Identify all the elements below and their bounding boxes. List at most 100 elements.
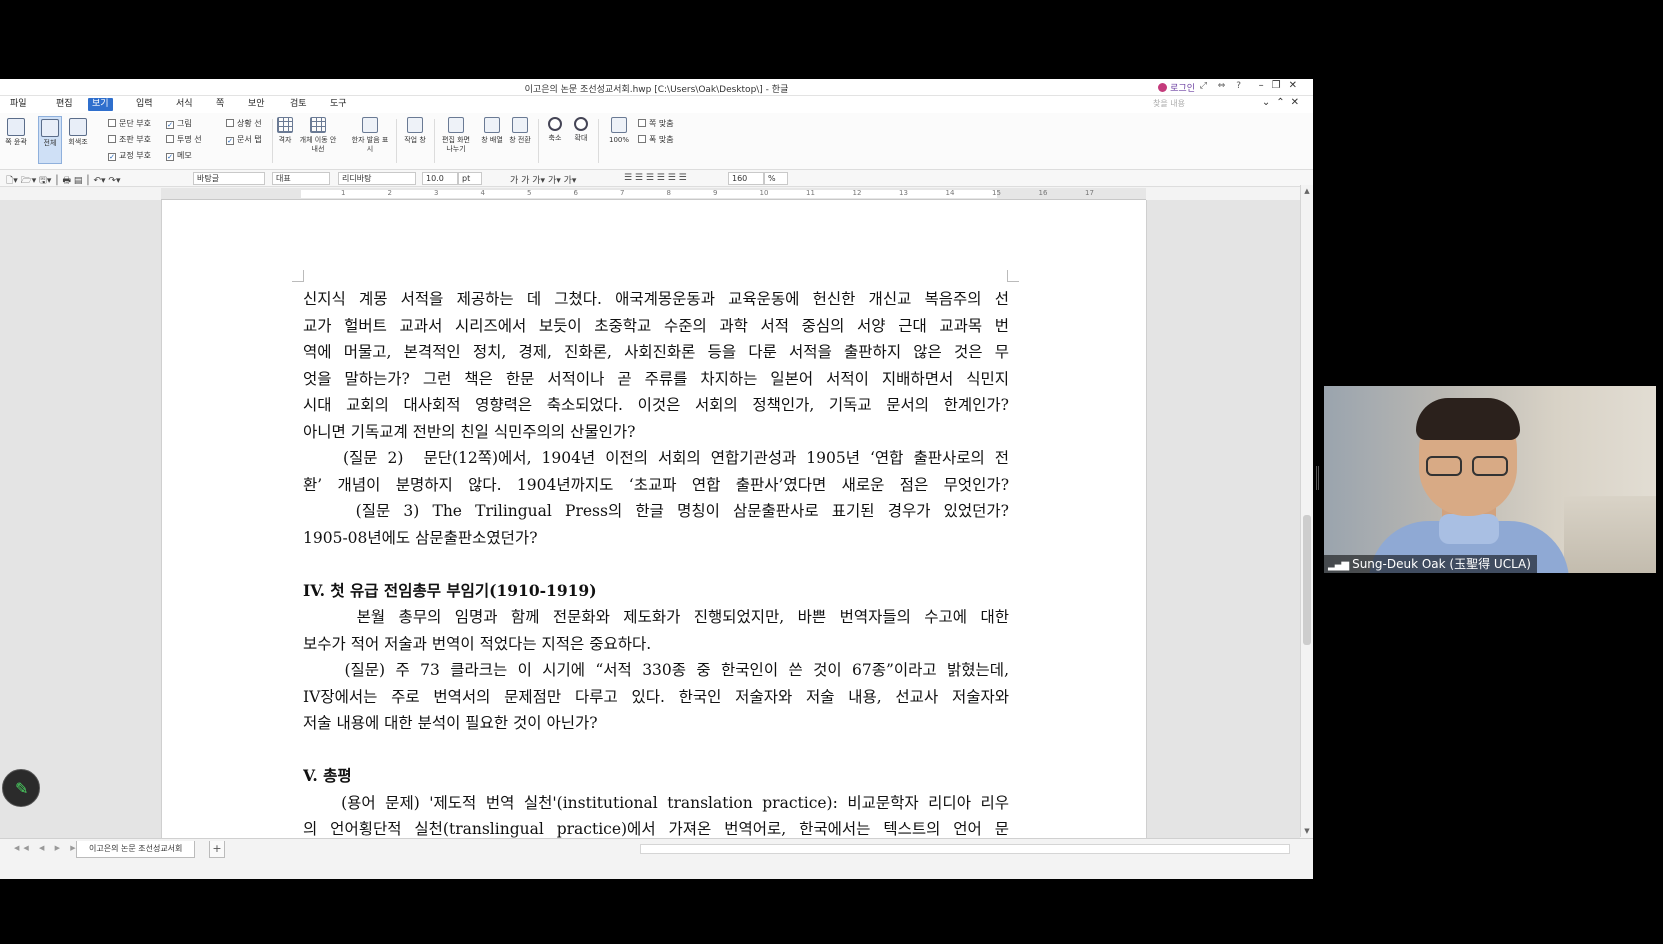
menu-review[interactable]: 검토 (286, 98, 311, 111)
language-select[interactable]: 대표 (272, 172, 330, 185)
annotate-button[interactable]: ✎ (2, 769, 40, 807)
menu-file[interactable]: 파일 (6, 98, 31, 111)
page-outline-button[interactable]: 쪽 윤곽 (4, 116, 28, 164)
login-button[interactable]: 로그인 (1158, 81, 1195, 94)
paragraph-line[interactable]: 신지식 계몽 서적을 제공하는 데 그쳤다. 애국계몽운동과 교육운동에 헌신한… (303, 286, 1009, 313)
checkbox-option[interactable]: ✓ 그림 (166, 118, 192, 129)
paragraph-line[interactable]: (용어 문제) '제도적 번역 실천'(institutional transl… (303, 790, 1009, 817)
paragraph-line[interactable]: 저술 내용에 대한 분석이 필요한 것이 아닌가? (303, 710, 1009, 737)
checkbox-option[interactable]: 조판 부호 (108, 134, 151, 145)
zoom-100-button[interactable]: 100% (604, 117, 634, 145)
document-tab[interactable]: 이고은의 논문 조선성교서회 (76, 841, 196, 858)
paragraph-line[interactable]: IV장에서는 주로 번역서의 문제점만 다루고 있다. 한국인 저술자와 저술 … (303, 684, 1009, 711)
ruler-tick-label: 4 (480, 189, 485, 197)
scroll-down-icon[interactable]: ▼ (1303, 827, 1311, 835)
scroll-up-icon[interactable]: ▲ (1303, 187, 1311, 195)
paragraph-line[interactable] (303, 551, 1009, 578)
object-guide-button[interactable]: 개체 이동 안내선 (298, 117, 338, 154)
paragraph-line[interactable]: 환’ 개념이 분명하지 않다. 1904년까지도 ‘초교파 연합 출판사’였다면… (303, 472, 1009, 499)
zoom-unit-select[interactable]: % (764, 172, 788, 185)
checkbox-option[interactable]: 투명 선 (166, 134, 202, 145)
file-tools-icons[interactable]: 🗋▾ 🗁▾ 🖫▾ │ 🖶 ▤ │ ↶▾ ↷▾ (6, 173, 120, 189)
unchecked-icon[interactable] (108, 119, 116, 127)
checkbox-label: 투명 선 (177, 135, 202, 144)
paragraph-line[interactable]: 시대 교회의 대사회적 영향력은 축소되었다. 이것은 서회의 정책인가, 기독… (303, 392, 1009, 419)
ruler-tick-label: 2 (387, 189, 392, 197)
paragraph-line[interactable]: (질문) 주 73 클라크는 이 시기에 “서적 330종 중 한국인이 쓴 것… (303, 657, 1009, 684)
vertical-scrollbar[interactable]: ▲ ▼ (1300, 185, 1313, 837)
paragraph-line[interactable]: 본월 총무의 임명과 함께 전문화와 제도화가 진행되었지만, 바쁜 번역자들의… (303, 604, 1009, 631)
full-view-button[interactable]: 전체 (38, 116, 62, 164)
hwp-window: 이고은의 논문 조선성교서회.hwp [C:\Users\Oak\Desktop… (0, 79, 1313, 879)
menu-page[interactable]: 쪽 (212, 98, 228, 111)
zoom-input[interactable]: 160 (728, 172, 764, 185)
paragraph-line[interactable]: (질문 3) The Trilingual Press의 한글 명칭이 삼문출판… (303, 498, 1009, 525)
checkbox-option[interactable]: ✓ 메모 (166, 150, 192, 161)
add-tab-button[interactable]: + (209, 841, 225, 858)
unchecked-icon[interactable] (108, 135, 116, 143)
menu-format[interactable]: 서식 (172, 98, 197, 111)
split-view-button[interactable]: 편집 화면 나누기 (438, 117, 474, 154)
fit-width-button[interactable]: 폭 맞춤 (638, 134, 674, 145)
checked-icon[interactable]: ✓ (108, 153, 116, 161)
ruler-tick-label: 13 (899, 189, 908, 197)
ruler[interactable]: 1 2 3 4 5 6 7 8 9 10 11 12 13 14 15 16 17 (161, 188, 1146, 200)
paragraph-line[interactable]: 1905-08년에도 삼문출판소였던가? (303, 525, 1009, 552)
section-heading[interactable]: IV. 첫 유급 전임총무 부임기(1910-1919) (303, 578, 1009, 605)
title-tool-icons[interactable]: ⤢ ⇔ ? (1200, 81, 1245, 91)
unchecked-icon[interactable] (226, 119, 234, 127)
text-style-icons[interactable]: 가 가 가▾ 가▾ 가▾ (510, 173, 576, 186)
menu-tools[interactable]: 도구 (326, 98, 351, 111)
panel-splitter[interactable] (1316, 466, 1319, 490)
participant-name-label: ▂▄▆ Sung-Deuk Oak (玉聖得 UCLA) (1324, 555, 1537, 573)
align-icons[interactable]: ☰ ☰ ☰ ☰ ☰ ☰ (624, 173, 687, 183)
checkbox-option[interactable]: ✓ 교정 부호 (108, 150, 151, 161)
paragraph-line[interactable]: 교가 헐버트 교과서 시리즈에서 보듯이 초중학교 수준의 과학 서적 중심의 … (303, 313, 1009, 340)
task-pane-button[interactable]: 작업 창 (402, 117, 428, 145)
participant-video[interactable]: ▂▄▆ Sung-Deuk Oak (玉聖得 UCLA) (1324, 386, 1656, 573)
scroll-thumb[interactable] (1303, 515, 1311, 645)
fit-page-button[interactable]: 쪽 맞춤 (638, 118, 674, 129)
menu-insert[interactable]: 입력 (132, 98, 157, 111)
zoom-in-icon (574, 117, 588, 131)
ruler-tick-label: 8 (666, 189, 671, 197)
ribbon-controls[interactable]: ⌄⌃✕ (1262, 97, 1305, 108)
horizontal-scrollbar[interactable] (640, 844, 1290, 854)
paragraph-line[interactable]: 엇을 말하는가? 그런 책은 한문 서적이나 곧 주류를 차지하는 일본어 서적… (303, 366, 1009, 393)
hanja-pronunciation-button[interactable]: 한자 발음 표시 (350, 117, 390, 154)
user-icon (1158, 83, 1168, 92)
arrange-windows-button[interactable]: 창 배열 (480, 117, 504, 145)
paragraph-line[interactable]: 아니면 기독교계 전반의 친일 식민주의의 산물인가? (303, 419, 1009, 446)
section-heading[interactable]: V. 총평 (303, 763, 1009, 790)
document-text[interactable]: 신지식 계몽 서적을 제공하는 데 그쳤다. 애국계몽운동과 교육운동에 헌신한… (303, 286, 1009, 843)
menu-security[interactable]: 보안 (244, 98, 269, 111)
checkbox-option[interactable]: ✓ 문서 탭 (226, 134, 262, 145)
checkbox-option[interactable]: 문단 부호 (108, 118, 151, 129)
grayscale-button[interactable]: 회색조 (66, 116, 90, 164)
checked-icon[interactable]: ✓ (166, 121, 174, 129)
document-area[interactable]: 신지식 계몽 서적을 제공하는 데 그쳤다. 애국계몽운동과 교육운동에 헌신한… (0, 200, 1300, 850)
zoom-in-button[interactable]: 확대 (570, 117, 592, 143)
font-unit-select[interactable]: pt (458, 172, 482, 185)
checkbox-option[interactable]: 상황 선 (226, 118, 262, 129)
checked-icon[interactable]: ✓ (226, 137, 234, 145)
paragraph-line[interactable] (303, 737, 1009, 764)
switch-window-button[interactable]: 창 전환 (508, 117, 532, 145)
menu-view[interactable]: 보기 (88, 98, 113, 111)
zoom-100-label: 100% (608, 136, 629, 144)
grid-button[interactable]: 격자 (274, 117, 296, 145)
checkbox-label: 교정 부호 (119, 151, 151, 160)
checked-icon[interactable]: ✓ (166, 153, 174, 161)
search-input[interactable]: 찾을 내용 (1153, 98, 1273, 111)
paragraph-line[interactable]: (질문 2) 문단(12쪽)에서, 1904년 이전의 서회의 연합기관성과 1… (303, 445, 1009, 472)
paragraph-line[interactable]: 역에 머물고, 본격적인 정치, 경제, 진화론, 사회진화론 등을 다룬 서적… (303, 339, 1009, 366)
unchecked-icon[interactable] (166, 135, 174, 143)
font-size-input[interactable]: 10.0 (422, 172, 458, 185)
style-select[interactable]: 바탕글 (193, 172, 265, 185)
font-select[interactable]: 리디바탕 (338, 172, 416, 185)
zoom-out-button[interactable]: 축소 (544, 117, 566, 143)
document-page[interactable]: 신지식 계몽 서적을 제공하는 데 그쳤다. 애국계몽운동과 교육운동에 헌신한… (161, 200, 1147, 850)
paragraph-line[interactable]: 보수가 적어 저술과 번역이 적었다는 지적은 중요하다. (303, 631, 1009, 658)
window-controls[interactable]: –❐✕ (1259, 80, 1305, 91)
menu-edit[interactable]: 편집 (52, 98, 77, 111)
